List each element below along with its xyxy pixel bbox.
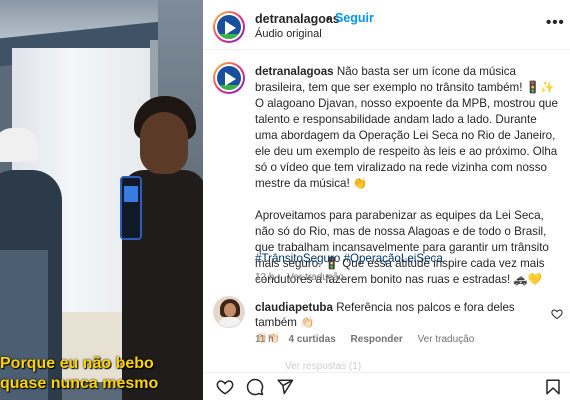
caption-username[interactable]: detranalagoas — [255, 65, 334, 78]
more-icon[interactable]: ••• — [546, 14, 565, 31]
comment-username[interactable]: claudiapetuba — [255, 301, 333, 314]
video-person — [0, 128, 38, 162]
heart-icon[interactable] — [216, 378, 234, 396]
caption-avatar[interactable] — [213, 62, 245, 94]
share-icon[interactable] — [276, 378, 294, 396]
audio-link[interactable]: Áudio original — [255, 28, 322, 40]
action-bar — [203, 372, 570, 400]
video-person — [140, 112, 188, 174]
comment-time: 11 h — [255, 334, 274, 345]
post-header: detranalagoas • Seguir Áudio original ••… — [203, 0, 570, 50]
hashtags[interactable]: #TrânsitoSeguro #OperaçãoLeiSeca — [255, 252, 443, 265]
comment-likes[interactable]: 4 curtidas — [289, 334, 336, 345]
translate-link[interactable]: Ver tradução — [287, 272, 344, 283]
separator-dot: • — [326, 12, 331, 26]
comment-translate-link[interactable]: Ver tradução — [418, 334, 475, 345]
follow-button[interactable]: Seguir — [335, 11, 374, 25]
video-subtitle-line: quase nunca mesmo — [0, 375, 159, 392]
caption-text: detranalagoas Não basta ser um ícone da … — [255, 64, 558, 304]
post-panel: detranalagoas • Seguir Áudio original ••… — [203, 0, 570, 400]
video-subtitle-line: Porque eu não bebo — [0, 355, 154, 372]
post-meta: 12 h Ver tradução — [255, 272, 354, 283]
comment-heart-icon[interactable] — [551, 308, 563, 320]
caption-paragraph-1: Não basta ser um ícone da música brasile… — [255, 65, 558, 190]
comment-icon[interactable] — [246, 378, 264, 396]
video-subtitle: Porque eu não bebo quase nunca mesmo — [0, 354, 203, 394]
comment-avatar[interactable] — [213, 296, 245, 328]
breathalyzer-screen — [124, 186, 138, 202]
post-time: 12 h — [255, 272, 275, 283]
view-replies-link[interactable]: Ver respostas (1) — [285, 361, 361, 372]
reply-button[interactable]: Responder — [351, 334, 403, 345]
video-player[interactable]: Porque eu não bebo quase nunca mesmo — [0, 0, 203, 400]
comment-meta: 11 h 4 curtidas Responder Ver tradução — [255, 334, 486, 345]
bookmark-icon[interactable] — [544, 378, 562, 396]
profile-avatar[interactable] — [213, 11, 245, 43]
